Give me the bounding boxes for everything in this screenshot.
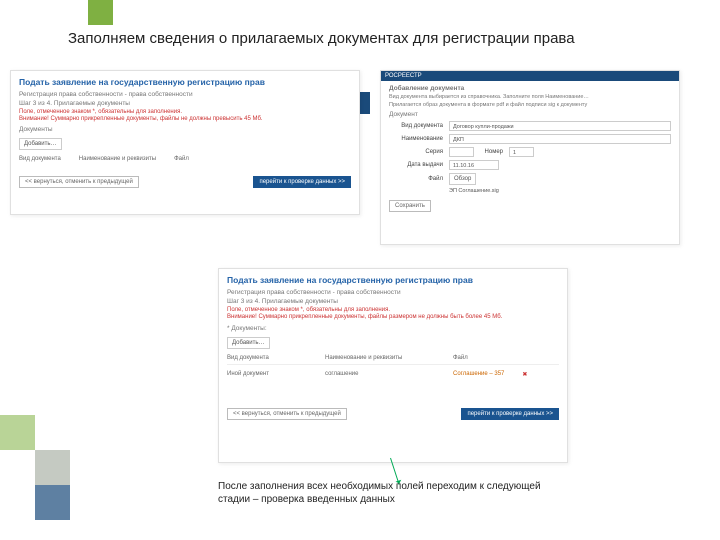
form-title: Подать заявление на государственную реги… [227,275,559,285]
field-label: Серия [389,149,449,155]
dialog-title: Добавление документа [389,85,671,92]
cell-doc-type: Иной документ [227,371,307,378]
slide-title: Заполняем сведения о прилагаемых докумен… [68,30,575,47]
date-input[interactable]: 11.10.16 [449,160,499,170]
screenshot-step3-filled: Подать заявление на государственную реги… [218,268,568,463]
warning: Внимание! Суммарно прикрепленные докумен… [227,314,559,320]
cell-file: Соглашение – 357 [453,371,504,378]
step-label: Шаг 3 из 4. Прилагаемые документы [227,298,559,305]
hint: Вид документа выбирается из справочника.… [389,94,671,100]
doc-type-select[interactable]: Договор купли-продажи [449,121,671,131]
field-label: Файл [389,176,449,182]
col-header: Наименование и реквизиты [79,156,156,162]
col-header: Вид документа [19,156,61,162]
series-input[interactable] [449,147,474,157]
section-label: Документ [389,111,671,118]
field-label: Вид документа [389,123,449,129]
browse-button[interactable]: Обзор [449,173,476,185]
footer-note: После заполнения всех необходимых полей … [218,480,548,506]
warning: Поле, отмеченное знаком *, обязательны д… [19,109,351,115]
step-label: Шаг 3 из 4. Прилагаемые документы [19,100,351,107]
add-button[interactable]: Добавить… [19,138,62,150]
save-button[interactable]: Сохранить [389,200,431,212]
table-row: Иной документ соглашение Соглашение – 35… [227,371,559,378]
subtitle: Регистрация права собственности - права … [19,91,351,98]
cell-name: соглашение [325,371,435,378]
decor-square [35,485,70,520]
section-label: Документы [19,126,351,133]
decor-square [0,415,35,450]
table-header: Вид документа Наименование и реквизиты Ф… [19,156,351,162]
hint: Прилагается образ документа в формате pd… [389,102,671,108]
name-input[interactable]: ДКП [449,134,671,144]
decor-square [88,0,113,25]
form-title: Подать заявление на государственную реги… [19,77,351,87]
field-label: Номер [474,149,509,155]
portal-header: РОСРЕЕСТР [381,71,679,81]
col-header: Вид документа [227,355,307,361]
section-label: * Документы: [227,325,559,332]
warning: Поле, отмеченное знаком *, обязательны д… [227,307,559,313]
screenshot-add-document-dialog: РОСРЕЕСТР Добавление документа Вид докум… [380,70,680,245]
next-button[interactable]: перейти к проверке данных >> [461,408,559,420]
field-label: Наименование [389,136,449,142]
back-button[interactable]: << вернуться, отменить к предыдущей [19,176,139,188]
warning: Внимание! Суммарно прикрепленные докумен… [19,116,351,122]
delete-icon[interactable]: ✖ [522,371,527,378]
col-header: Файл [174,156,189,162]
subtitle: Регистрация права собственности - права … [227,289,559,296]
number-input[interactable]: 1 [509,147,534,157]
table-header: Вид документа Наименование и реквизиты Ф… [227,355,559,365]
add-button[interactable]: Добавить… [227,337,270,349]
back-button[interactable]: << вернуться, отменить к предыдущей [227,408,347,420]
signature-file: ЭП Соглашение.sig [449,188,499,194]
col-header: Файл [453,355,468,361]
col-header: Наименование и реквизиты [325,355,435,361]
screenshot-step3-empty: Подать заявление на государственную реги… [10,70,360,215]
next-button[interactable]: перейти к проверке данных >> [253,176,351,188]
decor-square [35,450,70,485]
field-label: Дата выдачи [389,162,449,168]
